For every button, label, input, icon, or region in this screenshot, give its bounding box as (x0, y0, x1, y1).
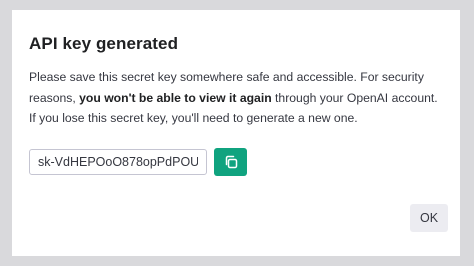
dialog-title: API key generated (29, 34, 179, 53)
message-text-bold: you won't be able to view it again (79, 90, 272, 105)
copy-icon (224, 155, 238, 169)
secret-key-row (29, 148, 247, 176)
secret-key-field[interactable] (29, 149, 207, 175)
copy-key-button[interactable] (214, 148, 247, 176)
api-key-dialog: API key generated Please save this secre… (12, 10, 460, 256)
dialog-message: Please save this secret key somewhere sa… (29, 67, 443, 129)
ok-button[interactable]: OK (410, 204, 448, 232)
